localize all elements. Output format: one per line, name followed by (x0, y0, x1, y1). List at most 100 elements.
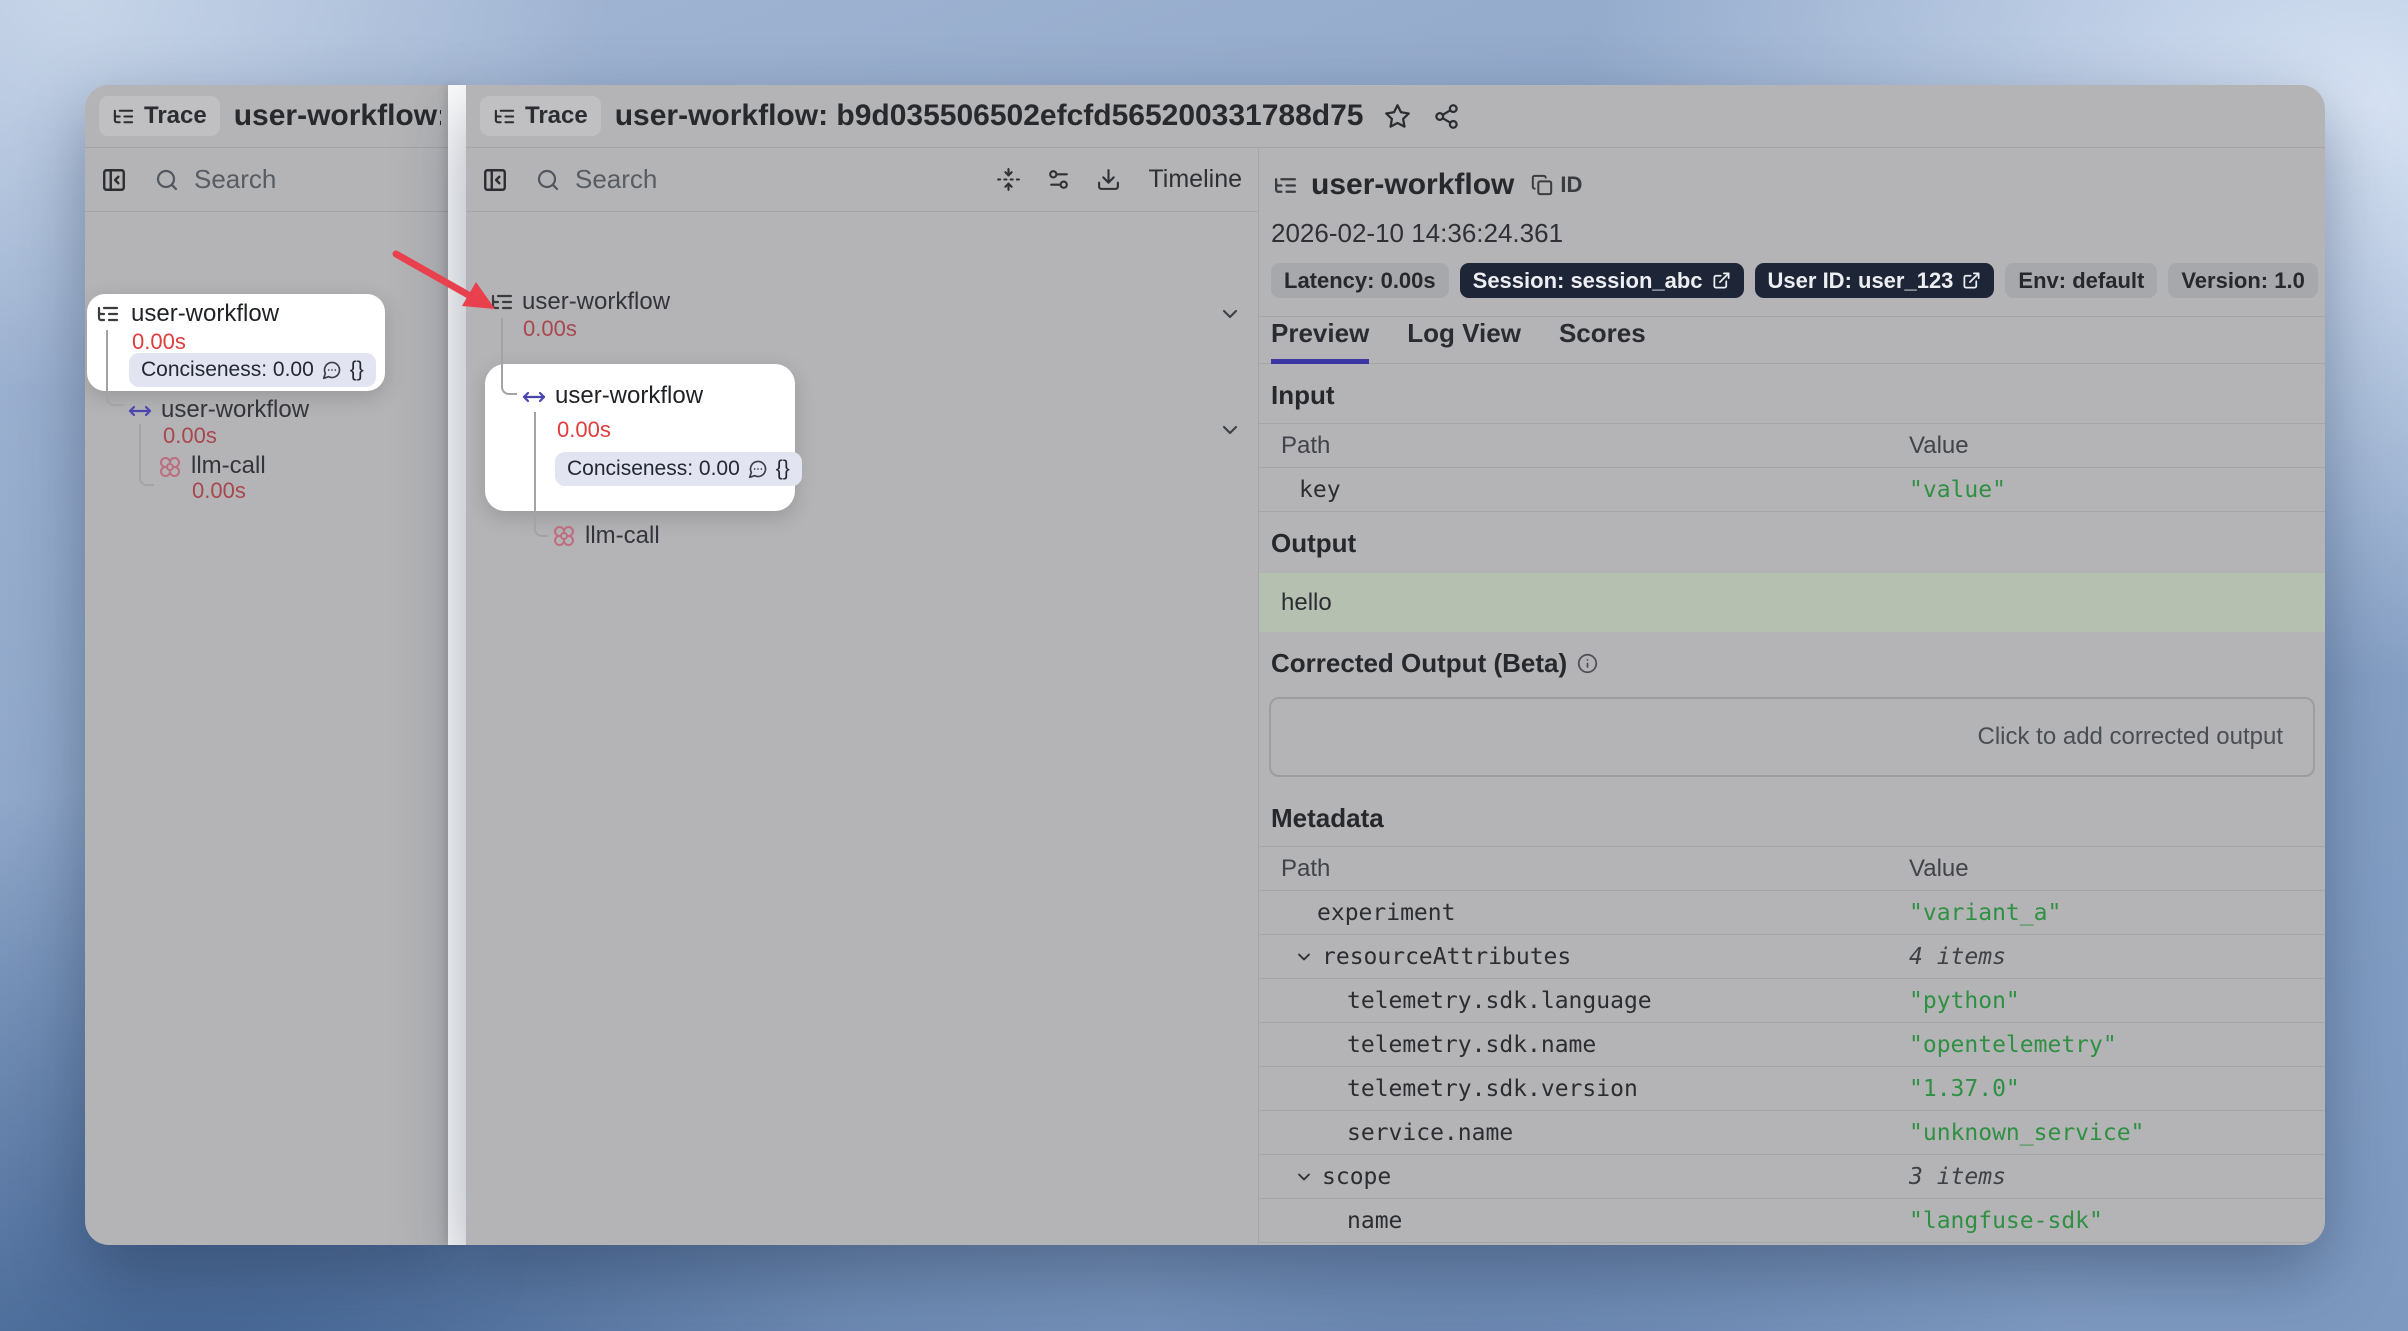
tree-node-duration: 0.00s (192, 478, 246, 504)
main-window-title: user-workflow: b9d035506502efcfd56520033… (615, 99, 1364, 133)
column-header-value: Value (1909, 424, 2325, 468)
external-link-icon (1962, 271, 1981, 290)
score-json-label: {} (776, 457, 790, 481)
list-tree-icon (96, 302, 120, 326)
tree-node-label[interactable]: user-workflow (522, 288, 670, 316)
star-icon[interactable] (1384, 103, 1411, 130)
arrow-left-right-icon (128, 399, 152, 423)
tree-node-label[interactable]: user-workflow (131, 300, 279, 328)
chevron-down-icon[interactable] (1294, 947, 1314, 967)
id-label: ID (1560, 172, 1582, 198)
trace-type-chip: Trace (480, 96, 601, 136)
left-window-titlebar: Trace user-workflow: 0bde (85, 85, 455, 148)
table-header-row: Path Value (1259, 424, 2325, 468)
search-placeholder: Search (194, 164, 276, 195)
score-json-label: {} (350, 358, 364, 382)
list-tree-icon (1273, 173, 1298, 198)
table-header-row: Path Value (1259, 847, 2325, 891)
score-badge[interactable]: Conciseness: 0.00 {} (555, 452, 802, 486)
comment-icon (322, 360, 342, 380)
search-input[interactable]: Search (155, 164, 439, 195)
metadata-section-title: Metadata (1259, 777, 2325, 846)
score-badge-label: Conciseness: 0.00 (141, 358, 314, 382)
comment-icon (748, 459, 768, 479)
tree-node-label[interactable]: user-workflow (555, 382, 703, 410)
tree-connector (139, 424, 154, 486)
chevron-down-icon[interactable] (1294, 1167, 1314, 1187)
column-header-value: Value (1909, 847, 2325, 891)
corrected-output-section-title: Corrected Output (Beta) (1259, 632, 2325, 691)
table-row[interactable]: service.name "unknown_service" (1259, 1111, 2325, 1155)
column-header-path: Path (1259, 847, 1909, 891)
window-edge-gap (448, 85, 466, 1245)
search-input[interactable]: Search (536, 164, 996, 195)
output-section-title: Output (1259, 512, 2325, 571)
arrow-left-right-icon (522, 385, 546, 409)
trace-badges: Latency: 0.00s Session: session_abc User… (1259, 249, 2325, 316)
user-id-badge[interactable]: User ID: user_123 (1755, 263, 1995, 298)
search-placeholder: Search (575, 164, 657, 195)
latency-badge: Latency: 0.00s (1271, 263, 1449, 298)
table-row[interactable]: version "3.14.1" (1259, 1243, 2325, 1245)
download-icon[interactable] (1096, 167, 1121, 192)
tree-node-duration: 0.00s (163, 423, 217, 449)
table-row[interactable]: telemetry.sdk.name "opentelemetry" (1259, 1023, 2325, 1067)
left-window-title: user-workflow: 0bde (234, 99, 441, 133)
trace-chip-label: Trace (144, 102, 207, 130)
list-tree-icon (493, 105, 516, 128)
tab-scores[interactable]: Scores (1559, 318, 1646, 364)
trace-detail-panel: user-workflow ID 2026-02-10 14:36:24.361… (1258, 148, 2325, 1244)
tab-preview[interactable]: Preview (1271, 318, 1369, 364)
session-badge[interactable]: Session: session_abc (1460, 263, 1744, 298)
chevron-down-icon[interactable] (1218, 418, 1242, 442)
external-link-icon (1712, 271, 1731, 290)
table-row[interactable]: experiment "variant_a" (1259, 891, 2325, 935)
trace-chip-label: Trace (525, 102, 588, 130)
copy-icon (1531, 174, 1553, 196)
panel-collapse-icon[interactable] (101, 167, 127, 193)
table-row[interactable]: telemetry.sdk.version "1.37.0" (1259, 1067, 2325, 1111)
table-row-expandable[interactable]: scope 3 items (1259, 1155, 2325, 1199)
table-row[interactable]: key "value" (1259, 468, 2325, 512)
left-trace-tree: user-workflow 0.00s Conciseness: 0.00 {}… (85, 212, 455, 1245)
info-icon[interactable] (1577, 653, 1598, 674)
flower-icon (552, 524, 576, 548)
trace-window-main: Trace user-workflow: b9d035506502efcfd56… (466, 85, 2325, 1245)
tree-node-duration: 0.00s (557, 417, 611, 443)
tree-node-label[interactable]: llm-call (585, 522, 660, 550)
score-badge[interactable]: Conciseness: 0.00 {} (129, 353, 376, 387)
detail-tabs: Preview Log View Scores (1259, 317, 2325, 364)
output-value: hello (1259, 573, 2325, 632)
chevron-down-icon[interactable] (1218, 302, 1242, 326)
observation-title: user-workflow (1311, 168, 1514, 202)
tab-log-view[interactable]: Log View (1407, 318, 1521, 364)
search-icon (155, 168, 179, 192)
table-row-expandable[interactable]: resourceAttributes 4 items (1259, 935, 2325, 979)
score-badge-label: Conciseness: 0.00 (567, 457, 740, 481)
settings-sliders-icon[interactable] (1046, 167, 1071, 192)
trace-timestamp: 2026-02-10 14:36:24.361 (1259, 202, 2325, 249)
copy-id-button[interactable]: ID (1531, 172, 1582, 198)
timeline-toggle[interactable]: Timeline (1148, 165, 1242, 194)
fold-vertical-icon[interactable] (996, 167, 1021, 192)
panel-collapse-icon[interactable] (482, 167, 508, 193)
tree-node-label[interactable]: llm-call (191, 452, 266, 480)
table-row[interactable]: telemetry.sdk.language "python" (1259, 979, 2325, 1023)
input-section-title: Input (1259, 364, 2325, 423)
column-header-path: Path (1259, 424, 1909, 468)
tree-node-duration: 0.00s (132, 329, 186, 355)
corrected-output-box[interactable]: Click to add corrected output (1269, 697, 2315, 777)
main-window-titlebar: Trace user-workflow: b9d035506502efcfd56… (466, 85, 2325, 148)
tree-node-label[interactable]: user-workflow (161, 396, 309, 424)
flower-icon (158, 455, 182, 479)
share-icon[interactable] (1433, 103, 1460, 130)
tree-connector (534, 412, 548, 537)
tree-node-duration: 0.00s (523, 316, 577, 342)
tree-connector (106, 330, 124, 406)
list-tree-icon (490, 290, 514, 314)
table-row[interactable]: name "langfuse-sdk" (1259, 1199, 2325, 1243)
corrected-output-placeholder: Click to add corrected output (1978, 723, 2284, 751)
tree-panel-toolbar: Search Timeline (466, 148, 1258, 212)
search-icon (536, 168, 560, 192)
left-window-toolbar: Search (85, 148, 455, 212)
